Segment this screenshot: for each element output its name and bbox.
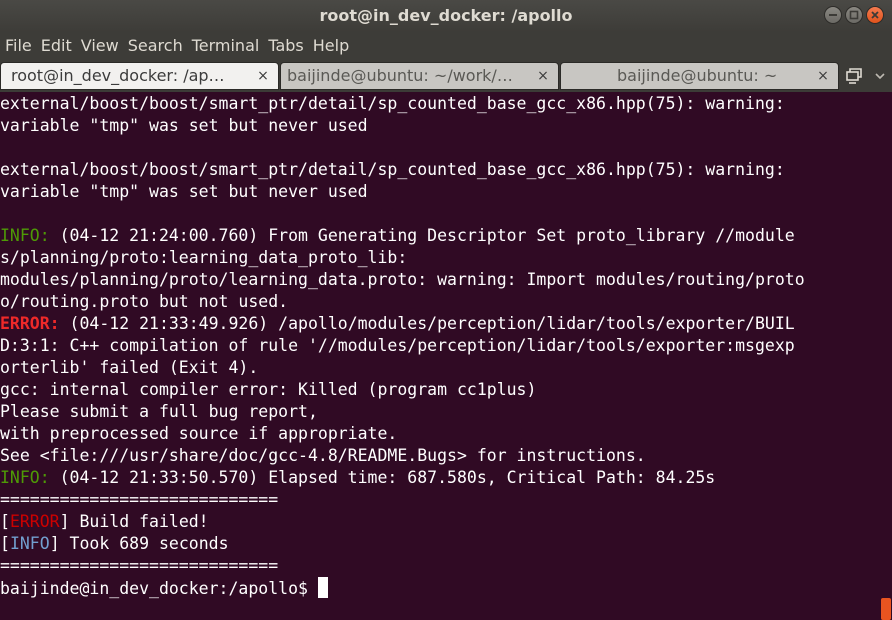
output-line: D:3:1: C++ compilation of rule '//module…	[0, 336, 795, 355]
output-line: external/boost/boost/smart_ptr/detail/sp…	[0, 94, 785, 113]
output-line: Please submit a full bug report,	[0, 402, 318, 421]
tab-close-button[interactable]: ×	[816, 63, 830, 89]
line-text: (04-12 21:24:00.760) From Generating Des…	[49, 226, 795, 245]
line-text: ] Build failed!	[59, 512, 209, 531]
info-tag: INFO	[9, 534, 50, 553]
line-text: ] Took 689 seconds	[49, 534, 229, 553]
output-line: [INFO] Took 689 seconds	[0, 533, 229, 555]
maximize-button[interactable]	[845, 6, 863, 24]
output-line: s/planning/proto:learning_data_proto_lib…	[0, 248, 408, 267]
tab-label: root@in_dev_docker: /ap…	[11, 66, 225, 85]
output-line: external/boost/boost/smart_ptr/detail/sp…	[0, 160, 785, 179]
window-controls	[824, 6, 884, 24]
error-tag: ERROR:	[0, 314, 60, 333]
tab-close-button[interactable]: ×	[536, 63, 550, 89]
close-icon	[871, 11, 879, 19]
output-line: gcc: internal compiler error: Killed (pr…	[0, 380, 537, 399]
minimize-button[interactable]	[824, 6, 842, 24]
terminal-output[interactable]: external/boost/boost/smart_ptr/detail/sp…	[0, 92, 880, 620]
scrollbar-thumb[interactable]	[881, 598, 891, 620]
output-line: modules/planning/proto/learning_data.pro…	[0, 270, 805, 289]
line-text: (04-12 21:33:49.926) /apollo/modules/per…	[59, 314, 795, 333]
menu-help[interactable]: Help	[309, 32, 353, 60]
text-cursor	[317, 577, 328, 598]
title-bar[interactable]: root@in_dev_docker: /apollo	[0, 0, 892, 32]
menu-bar: File Edit View Search Terminal Tabs Help	[0, 32, 892, 60]
menu-terminal[interactable]: Terminal	[188, 32, 264, 60]
output-line: variable "tmp" was set but never used	[0, 116, 368, 135]
new-tab-icon[interactable]	[845, 67, 863, 85]
output-line: See <file:///usr/share/doc/gcc-4.8/READM…	[0, 446, 646, 465]
info-tag: INFO:	[0, 468, 50, 487]
maximize-icon	[849, 10, 859, 20]
menu-edit[interactable]: Edit	[37, 32, 76, 60]
shell-prompt: baijinde@in_dev_docker:/apollo$	[0, 579, 318, 598]
output-line: with preprocessed source if appropriate.	[0, 424, 398, 443]
line-text: (04-12 21:33:50.570) Elapsed time: 687.5…	[49, 468, 716, 487]
minimize-icon	[829, 14, 837, 16]
output-line: variable "tmp" was set but never used	[0, 182, 368, 201]
scrollbar-track[interactable]	[880, 92, 892, 620]
tab-baijinde-work[interactable]: baijinde@ubuntu: ~/work/… ×	[280, 62, 559, 90]
terminal-window: root@in_dev_docker: /apollo File Edit Vi…	[0, 0, 892, 620]
separator-line: ============================	[0, 490, 279, 509]
tab-bar: root@in_dev_docker: /ap… × baijinde@ubun…	[0, 60, 892, 92]
tab-root-apollo[interactable]: root@in_dev_docker: /ap… ×	[0, 62, 279, 90]
chevron-down-icon[interactable]	[874, 70, 886, 82]
bracket: [	[0, 534, 10, 553]
menu-tabs[interactable]: Tabs	[264, 32, 307, 60]
tab-close-button[interactable]: ×	[256, 63, 270, 89]
menu-search[interactable]: Search	[124, 32, 187, 60]
tab-label: baijinde@ubuntu: ~/work/…	[287, 66, 513, 85]
error-tag: ERROR	[9, 512, 60, 531]
menu-view[interactable]: View	[77, 32, 123, 60]
output-line: ERROR: (04-12 21:33:49.926) /apollo/modu…	[0, 313, 795, 335]
output-line: o/routing.proto but not used.	[0, 292, 289, 311]
window-title: root@in_dev_docker: /apollo	[319, 6, 573, 25]
close-button[interactable]	[866, 6, 884, 24]
bracket: [	[0, 512, 10, 531]
output-line: INFO: (04-12 21:24:00.760) From Generati…	[0, 225, 795, 247]
output-line: [ERROR] Build failed!	[0, 511, 209, 533]
output-line: INFO: (04-12 21:33:50.570) Elapsed time:…	[0, 467, 715, 489]
prompt-line[interactable]: baijinde@in_dev_docker:/apollo$	[0, 577, 328, 599]
menu-file[interactable]: File	[1, 32, 36, 60]
tab-baijinde-home[interactable]: baijinde@ubuntu: ~ ×	[560, 62, 839, 90]
separator-line: ============================	[0, 556, 279, 575]
output-line: orterlib' failed (Exit 4).	[0, 358, 259, 377]
info-tag: INFO:	[0, 226, 50, 245]
tab-label: baijinde@ubuntu: ~	[617, 66, 778, 85]
